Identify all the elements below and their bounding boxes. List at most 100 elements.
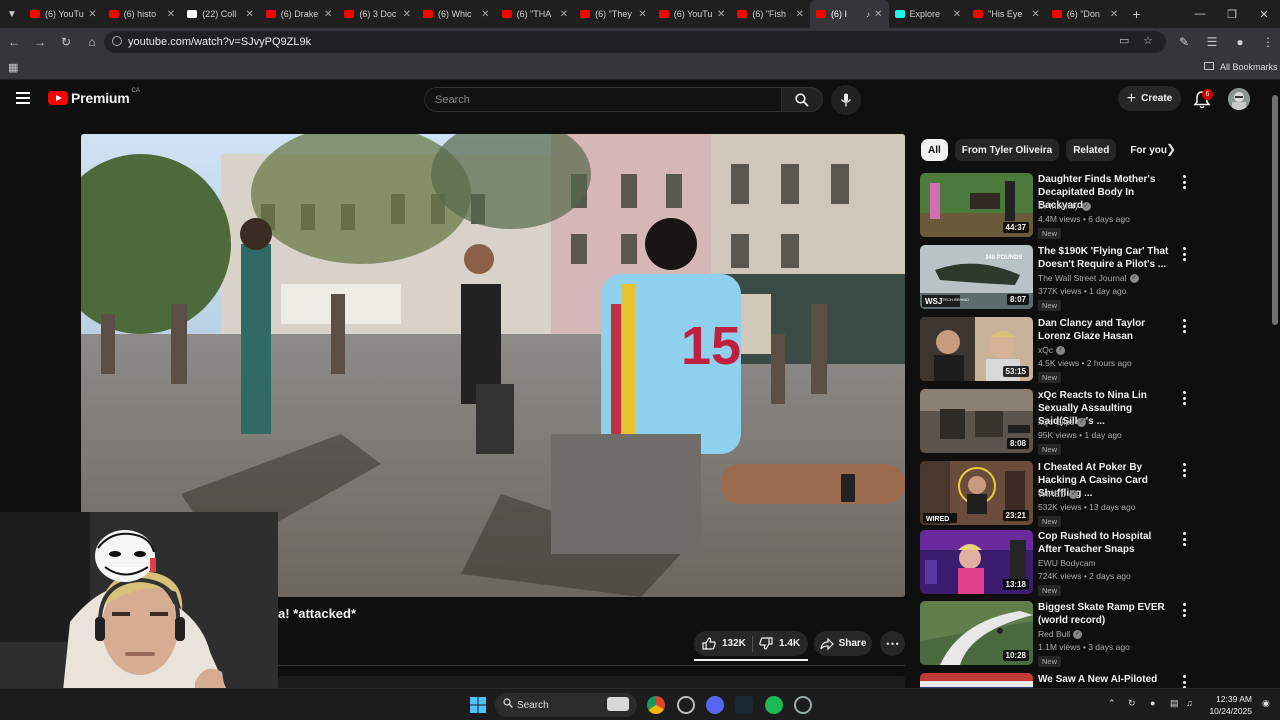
- channel-name[interactable]: xQc: [1038, 345, 1053, 355]
- close-tab-icon[interactable]: ✕: [324, 9, 332, 20]
- steam-icon[interactable]: [735, 696, 753, 714]
- browser-tab[interactable]: (6) YouTu ✕: [653, 0, 732, 28]
- browser-tab[interactable]: (6) "Fish ✕: [731, 0, 810, 28]
- browser-tab[interactable]: (6) Whic ✕: [417, 0, 496, 28]
- tray-mic-icon[interactable]: ●: [1150, 698, 1155, 708]
- video-thumbnail[interactable]: WIRED 23:21: [920, 461, 1033, 525]
- settings-icon[interactable]: [794, 696, 812, 714]
- channel-name[interactable]: Red Bull: [1038, 629, 1070, 639]
- close-tab-icon[interactable]: ✕: [874, 9, 882, 20]
- close-tab-icon[interactable]: ✕: [717, 9, 725, 20]
- browser-tab[interactable]: (6) 3 Doc ✕: [338, 0, 417, 28]
- discord-icon[interactable]: [706, 696, 724, 714]
- close-tab-icon[interactable]: ✕: [638, 9, 646, 20]
- chip-related[interactable]: Related: [1066, 139, 1117, 161]
- more-vertical-icon[interactable]: [1181, 603, 1187, 617]
- suggested-title[interactable]: Cop Rushed to Hospital After Teacher Sna…: [1038, 530, 1173, 556]
- notification-center-icon[interactable]: ◉: [1262, 698, 1270, 709]
- channel-name[interactable]: The Wall Street Journal: [1038, 273, 1127, 283]
- dislike-button[interactable]: 1.4K: [753, 637, 800, 650]
- channel-name[interactable]: Dr Insanity: [1038, 201, 1079, 211]
- channel-name[interactable]: WIRED: [1038, 489, 1066, 499]
- video-thumbnail[interactable]: 53:15: [920, 317, 1033, 381]
- reload-icon[interactable]: ↻: [54, 30, 78, 54]
- profile-icon[interactable]: ●: [1226, 35, 1254, 49]
- address-bar[interactable]: youtube.com/watch?v=SJvyPQ9ZL9k ▭ ☆: [104, 31, 1166, 53]
- app-icon[interactable]: [677, 696, 695, 714]
- browser-tab[interactable]: (6) YouTu ✕: [24, 0, 103, 28]
- tray-sync-icon[interactable]: ↻: [1128, 698, 1136, 709]
- close-window-icon[interactable]: ✕: [1248, 0, 1280, 28]
- like-button[interactable]: 132K: [694, 637, 752, 650]
- suggested-title[interactable]: The $190K 'Flying Car' That Doesn't Requ…: [1038, 245, 1173, 271]
- video-thumbnail[interactable]: 10:28: [920, 601, 1033, 665]
- cast-icon[interactable]: ▭: [1119, 34, 1129, 47]
- audio-playing-icon[interactable]: ♪: [866, 10, 870, 19]
- minimize-icon[interactable]: —: [1184, 0, 1216, 28]
- forward-icon[interactable]: →: [28, 30, 52, 54]
- media-control-icon[interactable]: ☰: [1198, 35, 1226, 49]
- more-vertical-icon[interactable]: [1181, 532, 1187, 546]
- tray-network-icon[interactable]: ▤: [1170, 698, 1179, 709]
- suggested-video[interactable]: We Saw A New AI-Piloted: [920, 673, 1190, 688]
- suggested-video[interactable]: 8:08 xQc Reacts to Nina Lin Sexually Ass…: [920, 389, 1190, 455]
- search-input[interactable]: Search: [424, 87, 781, 112]
- close-tab-icon[interactable]: ✕: [1031, 9, 1039, 20]
- taskbar-search[interactable]: Search: [495, 693, 637, 717]
- tray-volume-icon[interactable]: ♫: [1186, 698, 1193, 708]
- browser-tab[interactable]: Explore ✕: [889, 0, 968, 28]
- video-thumbnail[interactable]: 13:18: [920, 530, 1033, 594]
- suggested-title[interactable]: We Saw A New AI-Piloted: [1038, 673, 1173, 686]
- close-tab-icon[interactable]: ✕: [560, 9, 568, 20]
- chip-from-channel[interactable]: From Tyler Oliveira: [954, 139, 1060, 161]
- close-tab-icon[interactable]: ✕: [88, 9, 96, 20]
- extensions-icon[interactable]: ✎: [1170, 35, 1198, 49]
- browser-tab[interactable]: (6) "THA ✕: [496, 0, 575, 28]
- browser-tab[interactable]: (22) Coll ✕: [181, 0, 260, 28]
- maximize-icon[interactable]: ❐: [1216, 0, 1248, 28]
- menu-icon[interactable]: [16, 92, 30, 104]
- search-button[interactable]: [781, 87, 823, 112]
- page-scrollbar[interactable]: [1272, 83, 1278, 688]
- browser-tab[interactable]: (6) "Don ✕: [1046, 0, 1125, 28]
- all-bookmarks-button[interactable]: All Bookmarks: [1220, 62, 1278, 72]
- suggested-title[interactable]: Biggest Skate Ramp EVER (world record): [1038, 601, 1173, 627]
- suggested-video[interactable]: WSJ TECH BEHIND 348 POUNDS 8:07 The $190K …: [920, 245, 1190, 311]
- browser-tab[interactable]: (6) histo ✕: [103, 0, 182, 28]
- suggested-video[interactable]: 44:37 Daughter Finds Mother's Decapitate…: [920, 173, 1190, 239]
- close-tab-icon[interactable]: ✕: [1110, 9, 1118, 20]
- apps-grid-icon[interactable]: ▦: [8, 61, 18, 74]
- new-tab-button[interactable]: +: [1132, 6, 1140, 22]
- suggested-video[interactable]: 53:15 Dan Clancy and Taylor Lorenz Glaze…: [920, 317, 1190, 383]
- video-thumbnail[interactable]: 44:37: [920, 173, 1033, 237]
- close-tab-icon[interactable]: ✕: [167, 9, 175, 20]
- windows-start-icon[interactable]: [469, 696, 487, 714]
- back-icon[interactable]: ←: [2, 30, 26, 54]
- close-tab-icon[interactable]: ✕: [403, 9, 411, 20]
- video-thumbnail[interactable]: WSJ TECH BEHIND 348 POUNDS 8:07: [920, 245, 1033, 309]
- more-vertical-icon[interactable]: [1181, 175, 1187, 189]
- home-icon[interactable]: ⌂: [80, 30, 104, 54]
- close-tab-icon[interactable]: ✕: [481, 9, 489, 20]
- channel-name[interactable]: xQc Clips: [1038, 417, 1074, 427]
- more-vertical-icon[interactable]: [1181, 675, 1187, 688]
- more-actions-button[interactable]: ⋯: [880, 631, 905, 656]
- suggested-video[interactable]: 10:28 Biggest Skate Ramp EVER (world rec…: [920, 601, 1190, 667]
- more-vertical-icon[interactable]: [1181, 463, 1187, 477]
- video-thumbnail[interactable]: [920, 673, 1033, 688]
- system-clock[interactable]: 12:39 AM 10/24/2025: [1206, 693, 1252, 717]
- suggested-video[interactable]: 13:18 Cop Rushed to Hospital After Teach…: [920, 530, 1190, 596]
- chevron-right-icon[interactable]: ❯: [1166, 142, 1180, 158]
- more-vertical-icon[interactable]: [1181, 319, 1187, 333]
- suggested-video[interactable]: WIRED 23:21 I Cheated At Poker By Hackin…: [920, 461, 1190, 527]
- tab-search-icon[interactable]: ▼: [0, 0, 24, 28]
- share-button[interactable]: Share: [814, 631, 872, 656]
- bookmark-star-icon[interactable]: ☆: [1143, 34, 1153, 47]
- close-tab-icon[interactable]: ✕: [796, 9, 804, 20]
- spotify-icon[interactable]: [765, 696, 783, 714]
- browser-tab[interactable]: (6) I ♪ ✕: [809, 0, 889, 28]
- more-vertical-icon[interactable]: [1181, 391, 1187, 405]
- browser-tab[interactable]: (6) "They ✕: [574, 0, 653, 28]
- site-info-icon[interactable]: [112, 36, 122, 46]
- suggested-title[interactable]: Dan Clancy and Taylor Lorenz Glaze Hasan: [1038, 317, 1173, 343]
